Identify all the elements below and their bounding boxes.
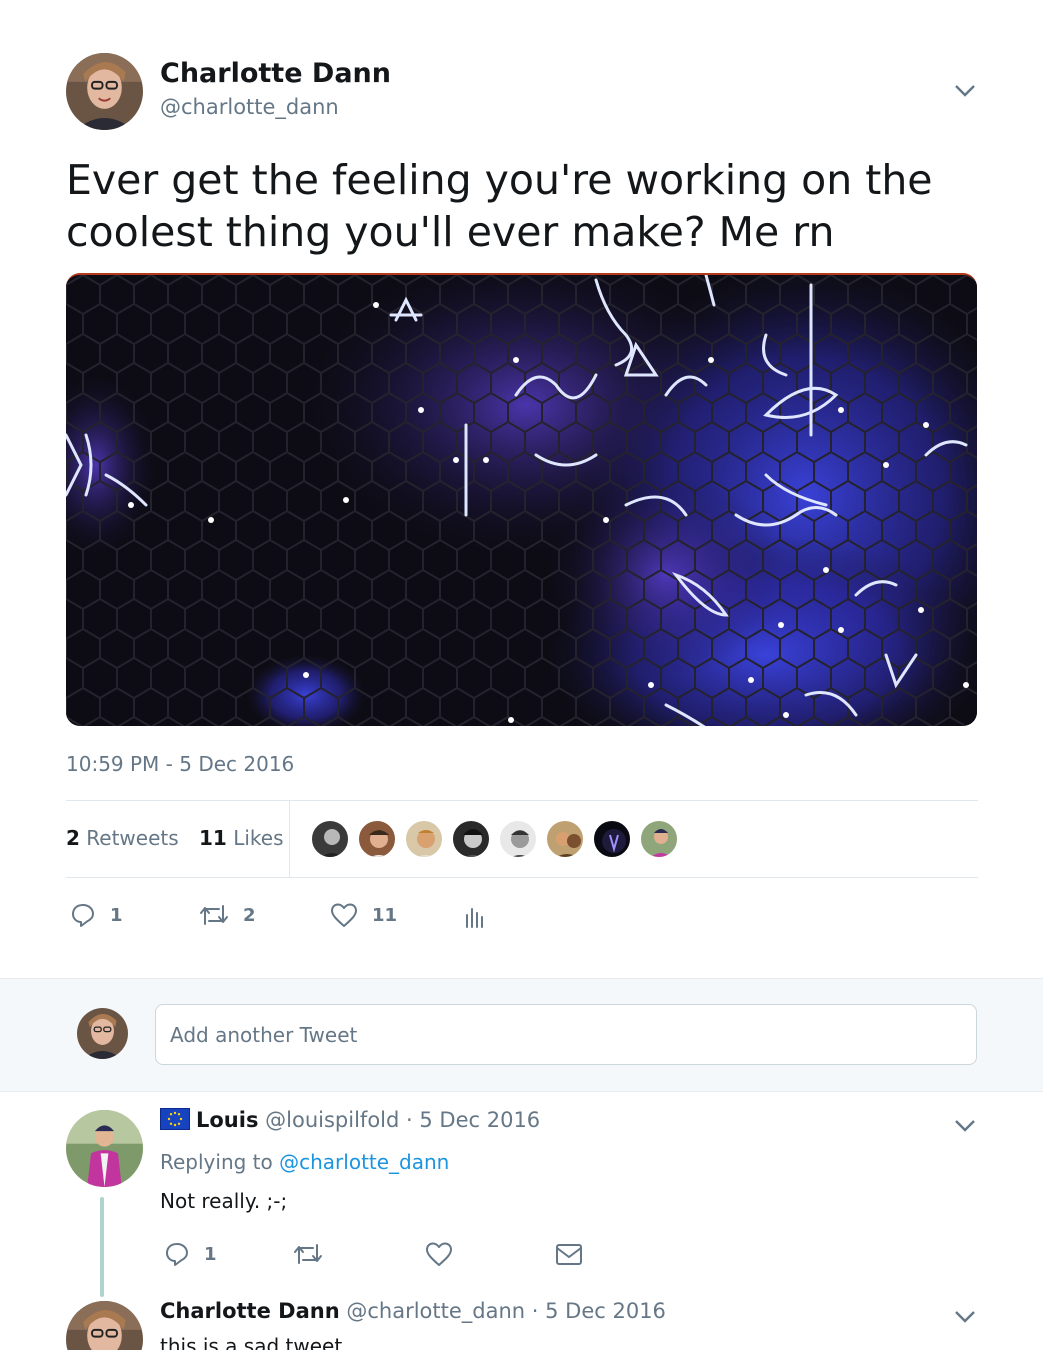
likes-count: 11 [199,826,227,850]
tweet-timestamp[interactable]: 10:59 PM - 5 Dec 2016 [66,752,294,776]
chevron-down-icon[interactable] [954,1119,976,1133]
liker-avatar[interactable] [592,819,632,859]
author-handle[interactable]: @charlotte_dann [160,95,339,119]
like-button[interactable]: 11 [330,902,397,928]
author-avatar[interactable] [66,53,143,130]
composer-avatar [77,1008,128,1059]
replying-to: Replying to @charlotte_dann [160,1150,449,1174]
likes-label: Likes [233,826,284,850]
tweet-text: Ever get the feeling you're working on t… [66,156,933,256]
chevron-down-icon[interactable] [954,1310,976,1324]
liker-avatar[interactable] [639,819,679,859]
tweet-media[interactable] [66,273,977,726]
reply-author-name[interactable]: Charlotte Dann [160,1299,340,1323]
reply-icon [72,904,94,927]
add-tweet-input[interactable] [155,1004,977,1065]
reply-reply-button[interactable]: 1 [164,1241,217,1267]
author-name[interactable]: Charlotte Dann [160,58,391,89]
reply-author-handle[interactable]: @charlotte_dann [346,1299,525,1323]
liker-avatar[interactable] [357,819,397,859]
reply-message-button[interactable] [555,1242,597,1268]
retweet-count: 2 [243,904,256,926]
reply-author-handle[interactable]: @louispilfold [265,1108,399,1132]
reply-date[interactable]: · 5 Dec 2016 [406,1108,540,1132]
like-icon [426,1242,452,1266]
tweet-stats: 2 Retweets 11 Likes [66,826,298,850]
reply-like-button[interactable] [425,1241,467,1267]
reply-date[interactable]: · 5 Dec 2016 [532,1299,666,1323]
thread-connector [100,1197,104,1297]
replying-prefix: Replying to [160,1150,273,1174]
liker-avatar[interactable] [498,819,538,859]
like-count: 11 [372,904,398,926]
eu-flag-icon [160,1108,190,1130]
reply-avatar[interactable] [66,1110,143,1187]
liker-avatar[interactable] [451,819,491,859]
like-icon [331,903,357,927]
reply-retweet-button[interactable] [293,1241,337,1267]
retweets-count: 2 [66,826,80,850]
replying-mention[interactable]: @charlotte_dann [279,1150,449,1174]
analytics-button[interactable] [464,903,498,929]
reply-count: 1 [110,904,123,926]
liker-avatar[interactable] [404,819,444,859]
retweet-button[interactable]: 2 [199,902,256,928]
likes-stat[interactable]: 11 Likes [199,826,284,850]
chevron-down-icon[interactable] [954,84,976,98]
reply-reply-count: 1 [204,1243,217,1265]
stats-separator [289,801,290,877]
liker-avatar[interactable] [310,819,350,859]
reply-header: Charlotte Dann @charlotte_dann · 5 Dec 2… [160,1299,666,1323]
divider [66,800,978,801]
reply-author-name[interactable]: Louis [196,1108,258,1132]
analytics-icon [466,908,483,928]
reply-text: Not really. ;-; [160,1189,288,1213]
retweet-icon [200,905,228,925]
retweet-icon [294,1244,322,1264]
retweets-label: Retweets [86,826,179,850]
reply-button[interactable]: 1 [70,902,123,928]
divider [66,877,978,878]
reply-header: Louis @louispilfold · 5 Dec 2016 [160,1108,540,1132]
liker-avatar[interactable] [545,819,585,859]
reply-icon [166,1243,188,1266]
reply-text: this is a sad tweet [160,1334,343,1350]
media-image [66,275,977,726]
message-icon [556,1244,582,1265]
retweets-stat[interactable]: 2 Retweets [66,826,179,850]
reply-avatar[interactable] [66,1301,143,1350]
